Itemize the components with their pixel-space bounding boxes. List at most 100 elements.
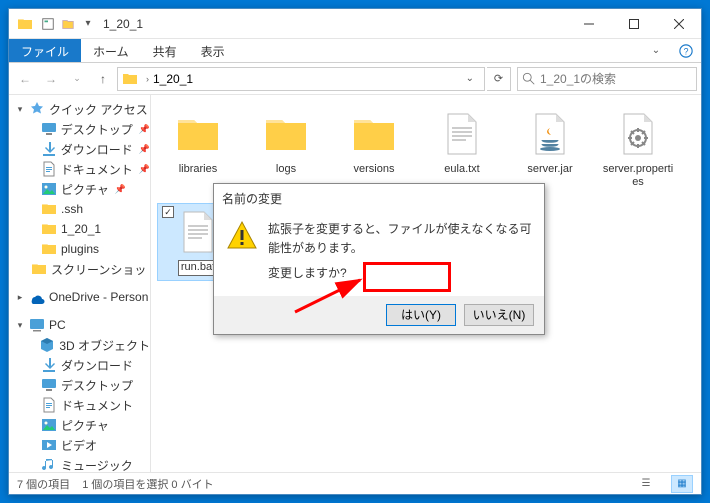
sidebar-item-label: デスクトップ — [61, 377, 133, 394]
path-dropdown-icon[interactable]: ⌄ — [460, 73, 480, 84]
sidebar[interactable]: ▾クイック アクセスデスクトップ📌ダウンロード📌ドキュメント📌ピクチャ📌.ssh… — [9, 95, 151, 472]
nav-recent-dropdown[interactable]: ⌄ — [65, 67, 89, 91]
nav-forward-button[interactable]: → — [39, 67, 63, 91]
folder-icon — [41, 241, 57, 257]
file-name: server.jar — [526, 162, 573, 177]
sidebar-item[interactable]: ▸OneDrive - Person — [9, 287, 150, 307]
refresh-button[interactable]: ⟳ — [487, 67, 511, 91]
status-selection: 1 個の項目を選択 0 バイト — [82, 476, 213, 492]
file-item[interactable]: versions — [333, 105, 415, 195]
qat-dropdown-icon[interactable]: ▾ — [79, 15, 97, 33]
sidebar-item-label: ミュージック — [61, 457, 133, 473]
music-icon — [41, 457, 57, 472]
sidebar-item-label: 3D オブジェクト — [59, 337, 150, 354]
file-item[interactable]: libraries — [157, 105, 239, 195]
address-path[interactable]: › 1_20_1 ⌄ — [117, 67, 485, 91]
pc-icon — [29, 317, 45, 333]
sidebar-item-label: plugins — [61, 242, 99, 256]
address-bar: ← → ⌄ ↑ › 1_20_1 ⌄ ⟳ 1_20_1の検索 — [9, 63, 701, 95]
pin-icon: 📌 — [115, 184, 126, 195]
conf-icon — [614, 110, 662, 158]
sidebar-item-label: スクリーンショット — [51, 261, 150, 278]
sidebar-item[interactable]: ▾ クイック アクセス — [9, 99, 150, 119]
folder-icon — [41, 221, 57, 237]
search-input[interactable]: 1_20_1の検索 — [517, 67, 697, 91]
status-count: 7 個の項目 — [17, 476, 70, 492]
file-name: server.properties — [600, 162, 676, 190]
minimize-button[interactable] — [566, 9, 611, 39]
file-item[interactable]: server.properties — [597, 105, 679, 195]
view-icons-button[interactable]: ▦ — [671, 475, 693, 493]
sidebar-item[interactable]: ドキュメント — [9, 395, 150, 415]
sidebar-item[interactable]: plugins — [9, 239, 150, 259]
sidebar-item-label: OneDrive - Person — [49, 290, 148, 304]
sidebar-item[interactable]: スクリーンショット — [9, 259, 150, 279]
sidebar-item-label: デスクトップ — [61, 121, 133, 138]
jar-icon — [526, 110, 574, 158]
dialog-text: 拡張子を変更すると、ファイルが使えなくなる可能性があります。 変更しますか? — [268, 220, 532, 284]
window-title: 1_20_1 — [103, 17, 143, 31]
maximize-button[interactable] — [611, 9, 656, 39]
video-icon — [41, 437, 57, 453]
qat-properties-icon[interactable] — [39, 15, 57, 33]
file-name: versions — [353, 162, 396, 177]
ribbon-expand-icon[interactable]: ⌄ — [641, 39, 671, 62]
ribbon: ファイル ホーム 共有 表示 ⌄ ? — [9, 39, 701, 63]
sidebar-item[interactable]: ダウンロード — [9, 355, 150, 375]
dialog-title: 名前の変更 — [214, 184, 544, 212]
file-item[interactable]: logs — [245, 105, 327, 195]
nav-back-button[interactable]: ← — [13, 67, 37, 91]
sidebar-item[interactable]: デスクトップ — [9, 375, 150, 395]
pin-icon: 📌 — [139, 164, 150, 175]
sidebar-item[interactable]: 3D オブジェクト — [9, 335, 150, 355]
tab-file[interactable]: ファイル — [9, 39, 81, 62]
picture-icon — [41, 417, 57, 433]
checkbox-icon[interactable]: ✓ — [162, 206, 174, 218]
close-button[interactable] — [656, 9, 701, 39]
desktop-icon — [41, 377, 57, 393]
onedrive-icon — [29, 289, 45, 305]
desktop-icon — [41, 121, 57, 137]
tab-home[interactable]: ホーム — [81, 39, 141, 62]
tab-share[interactable]: 共有 — [141, 39, 189, 62]
path-segment[interactable]: 1_20_1 — [153, 72, 193, 86]
sidebar-item[interactable]: ドキュメント 📌 — [9, 159, 150, 179]
yes-button[interactable]: はい(Y) — [386, 304, 456, 326]
search-placeholder: 1_20_1の検索 — [540, 70, 616, 87]
dialog-line1: 拡張子を変更すると、ファイルが使えなくなる可能性があります。 — [268, 220, 532, 258]
titlebar: ▾ 1_20_1 — [9, 9, 701, 39]
sidebar-item[interactable]: 1_20_1 — [9, 219, 150, 239]
sidebar-item[interactable]: ピクチャ📌 — [9, 179, 150, 199]
sidebar-item-label: 1_20_1 — [61, 222, 101, 236]
sidebar-item[interactable]: .ssh — [9, 199, 150, 219]
sidebar-item[interactable]: ビデオ — [9, 435, 150, 455]
sidebar-item[interactable]: ダウンロード 📌 — [9, 139, 150, 159]
sidebar-item-label: ダウンロード — [61, 141, 133, 158]
sidebar-item[interactable]: ミュージック — [9, 455, 150, 472]
file-name: libraries — [178, 162, 219, 177]
tree-arrow-icon: ▾ — [15, 104, 25, 115]
document-icon — [41, 397, 57, 413]
txt-icon — [438, 110, 486, 158]
search-icon — [522, 72, 536, 86]
sidebar-item[interactable]: ピクチャ — [9, 415, 150, 435]
sidebar-item-label: ドキュメント — [61, 397, 133, 414]
dialog-buttons: はい(Y) いいえ(N) — [214, 296, 544, 334]
chevron-right-icon[interactable]: › — [142, 74, 153, 84]
file-item[interactable]: server.jar — [509, 105, 591, 195]
sidebar-item-label: クイック アクセス — [49, 101, 148, 118]
sidebar-item-label: ダウンロード — [61, 357, 133, 374]
pin-icon: 📌 — [139, 144, 150, 155]
qat-new-folder-icon[interactable] — [59, 15, 77, 33]
help-icon[interactable]: ? — [671, 39, 701, 62]
view-details-button[interactable]: ☰ — [635, 475, 657, 493]
sidebar-item-label: ビデオ — [61, 437, 97, 454]
file-item[interactable]: eula.txt — [421, 105, 503, 195]
quick-access-toolbar: ▾ — [39, 15, 97, 33]
no-button[interactable]: いいえ(N) — [464, 304, 534, 326]
tab-view[interactable]: 表示 — [189, 39, 237, 62]
sidebar-item-label: ドキュメント — [61, 161, 133, 178]
nav-up-button[interactable]: ↑ — [91, 67, 115, 91]
sidebar-item[interactable]: ▾PC — [9, 315, 150, 335]
sidebar-item[interactable]: デスクトップ📌 — [9, 119, 150, 139]
